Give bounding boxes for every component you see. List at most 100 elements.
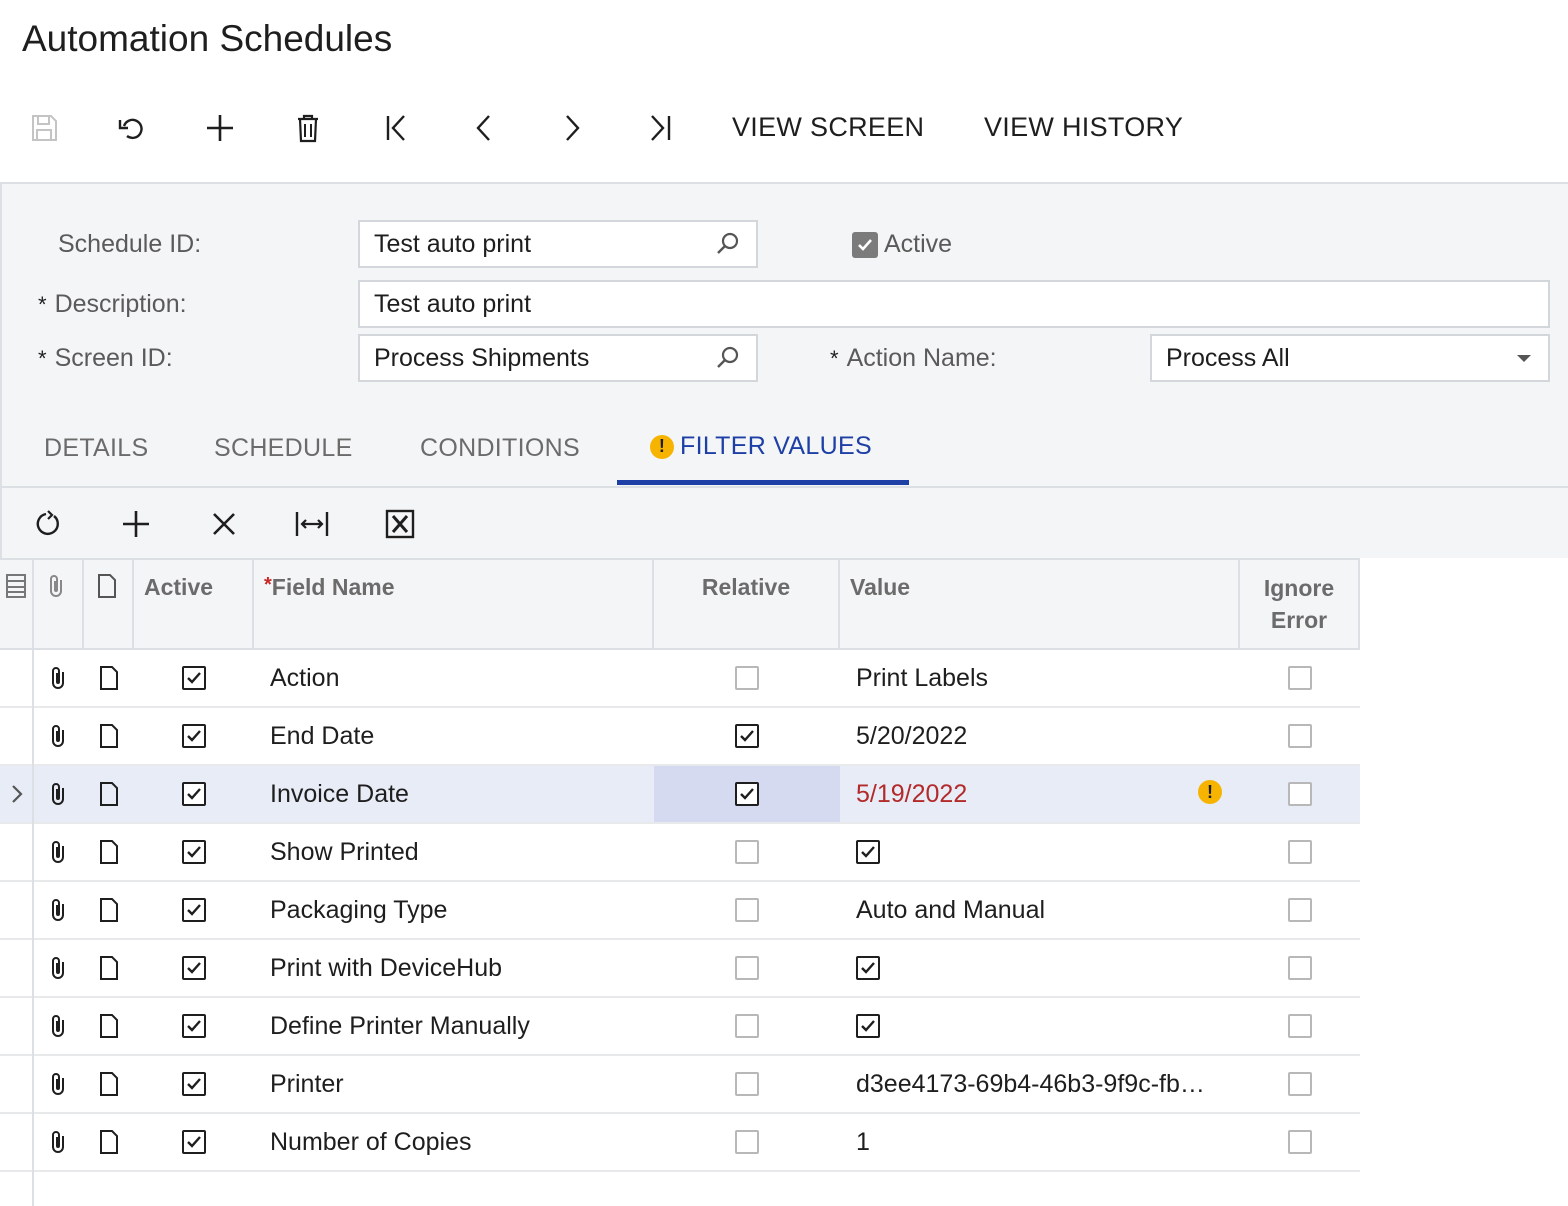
- row-selector[interactable]: [0, 1114, 34, 1170]
- fit-columns-button[interactable]: [292, 504, 332, 544]
- value-cell[interactable]: 5/19/2022: [856, 766, 1226, 822]
- note-icon[interactable]: [84, 882, 134, 938]
- note-icon[interactable]: [84, 708, 134, 764]
- ignore-error-checkbox[interactable]: [1240, 708, 1360, 764]
- row-selector[interactable]: [0, 650, 34, 706]
- tab-schedule[interactable]: SCHEDULE: [214, 434, 353, 463]
- note-icon[interactable]: [84, 766, 134, 822]
- view-history-button[interactable]: VIEW HISTORY: [984, 112, 1183, 143]
- next-record-button[interactable]: [550, 106, 594, 150]
- relative-checkbox[interactable]: [654, 940, 840, 996]
- value-cell[interactable]: Print Labels: [856, 650, 1226, 706]
- previous-record-button[interactable]: [462, 106, 506, 150]
- value-cell[interactable]: 1: [856, 1114, 1226, 1170]
- tab-conditions[interactable]: CONDITIONS: [420, 434, 580, 463]
- ignore-error-checkbox[interactable]: [1240, 940, 1360, 996]
- field-name-cell[interactable]: Print with DeviceHub: [270, 940, 650, 996]
- tab-details[interactable]: DETAILS: [44, 434, 148, 463]
- search-icon[interactable]: [714, 344, 742, 372]
- active-checkbox[interactable]: [134, 940, 254, 996]
- value-cell[interactable]: d3ee4173-69b4-46b3-9f9c-fb…: [856, 1056, 1226, 1112]
- ignore-error-checkbox[interactable]: [1240, 882, 1360, 938]
- active-checkbox[interactable]: [134, 882, 254, 938]
- value-cell[interactable]: 5/20/2022: [856, 708, 1226, 764]
- ignore-error-checkbox[interactable]: [1240, 650, 1360, 706]
- tab-filter-values[interactable]: ! FILTER VALUES: [650, 432, 872, 461]
- attachment-icon[interactable]: [34, 882, 84, 938]
- ignore-error-checkbox[interactable]: [1240, 1114, 1360, 1170]
- field-name-cell[interactable]: Show Printed: [270, 824, 650, 880]
- relative-checkbox[interactable]: [654, 766, 840, 822]
- value-checkbox[interactable]: [856, 998, 1226, 1054]
- screen-id-field[interactable]: Process Shipments: [358, 334, 758, 382]
- table-row[interactable]: Define Printer Manually: [0, 998, 1360, 1056]
- table-row[interactable]: Printer d3ee4173-69b4-46b3-9f9c-fb…: [0, 1056, 1360, 1114]
- row-selector[interactable]: [0, 998, 34, 1054]
- first-record-button[interactable]: [374, 106, 418, 150]
- row-selector[interactable]: [0, 940, 34, 996]
- row-selector[interactable]: [0, 1056, 34, 1112]
- note-icon[interactable]: [84, 998, 134, 1054]
- undo-button[interactable]: [110, 106, 154, 150]
- value-checkbox[interactable]: [856, 824, 1226, 880]
- delete-button[interactable]: [286, 106, 330, 150]
- field-name-cell[interactable]: Printer: [270, 1056, 650, 1112]
- attachment-icon[interactable]: [34, 1114, 84, 1170]
- relative-checkbox[interactable]: [654, 1114, 840, 1170]
- active-checkbox[interactable]: [134, 766, 254, 822]
- refresh-button[interactable]: [28, 504, 68, 544]
- relative-checkbox[interactable]: [654, 824, 840, 880]
- last-record-button[interactable]: [638, 106, 682, 150]
- attachment-icon[interactable]: [34, 940, 84, 996]
- save-button[interactable]: [22, 106, 66, 150]
- add-row-button[interactable]: [116, 504, 156, 544]
- search-icon[interactable]: [714, 230, 742, 258]
- delete-row-button[interactable]: [204, 504, 244, 544]
- ignore-error-checkbox[interactable]: [1240, 766, 1360, 822]
- active-checkbox[interactable]: [134, 998, 254, 1054]
- value-cell[interactable]: Auto and Manual: [856, 882, 1226, 938]
- field-name-cell[interactable]: End Date: [270, 708, 650, 764]
- note-icon[interactable]: [84, 824, 134, 880]
- row-selector[interactable]: [0, 824, 34, 880]
- active-column-header[interactable]: Active: [134, 560, 254, 650]
- relative-checkbox[interactable]: [654, 1056, 840, 1112]
- ignore-error-checkbox[interactable]: [1240, 998, 1360, 1054]
- attachment-icon[interactable]: [34, 824, 84, 880]
- row-selector[interactable]: [0, 708, 34, 764]
- value-column-header[interactable]: Value: [840, 560, 1240, 650]
- schedule-id-field[interactable]: Test auto print: [358, 220, 758, 268]
- active-checkbox[interactable]: [134, 708, 254, 764]
- note-icon[interactable]: [84, 1114, 134, 1170]
- table-row[interactable]: Show Printed: [0, 824, 1360, 882]
- table-row[interactable]: Number of Copies 1: [0, 1114, 1360, 1172]
- field-name-cell[interactable]: Invoice Date: [270, 766, 650, 822]
- note-icon[interactable]: [84, 650, 134, 706]
- add-button[interactable]: [198, 106, 242, 150]
- field-name-cell[interactable]: Define Printer Manually: [270, 998, 650, 1054]
- export-excel-button[interactable]: [380, 504, 420, 544]
- value-checkbox[interactable]: [856, 940, 1226, 996]
- attachment-icon[interactable]: [34, 650, 84, 706]
- attachment-icon[interactable]: [34, 766, 84, 822]
- relative-column-header[interactable]: Relative: [654, 560, 840, 650]
- table-row[interactable]: Action Print Labels: [0, 650, 1360, 708]
- active-checkbox[interactable]: Active: [852, 230, 952, 259]
- row-settings-icon[interactable]: [0, 560, 34, 650]
- action-name-select[interactable]: Process All: [1150, 334, 1550, 382]
- ignore-error-column-header[interactable]: Ignore Error: [1240, 560, 1360, 650]
- ignore-error-checkbox[interactable]: [1240, 1056, 1360, 1112]
- table-row[interactable]: Invoice Date 5/19/2022!: [0, 766, 1360, 824]
- active-checkbox[interactable]: [134, 1056, 254, 1112]
- table-row[interactable]: Print with DeviceHub: [0, 940, 1360, 998]
- active-checkbox[interactable]: [134, 1114, 254, 1170]
- relative-checkbox[interactable]: [654, 708, 840, 764]
- view-screen-button[interactable]: VIEW SCREEN: [732, 112, 924, 143]
- field-name-cell[interactable]: Action: [270, 650, 650, 706]
- active-checkbox[interactable]: [134, 650, 254, 706]
- attachment-icon[interactable]: [34, 1056, 84, 1112]
- field-name-cell[interactable]: Packaging Type: [270, 882, 650, 938]
- table-row[interactable]: Packaging Type Auto and Manual: [0, 882, 1360, 940]
- description-field[interactable]: Test auto print: [358, 280, 1550, 328]
- note-icon[interactable]: [84, 1056, 134, 1112]
